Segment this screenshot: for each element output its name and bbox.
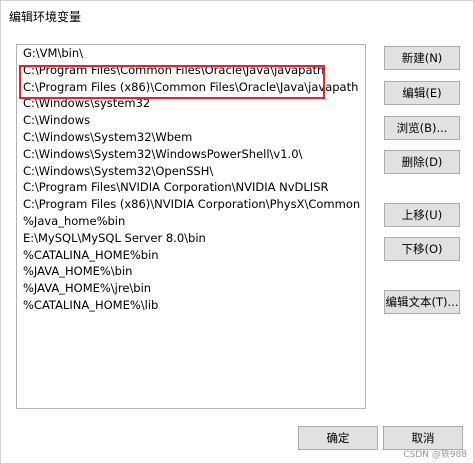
dialog-title: 编辑环境变量 (9, 10, 82, 24)
path-list-item[interactable]: G:\VM\bin\ (17, 45, 365, 62)
path-list-item[interactable]: E:\MySQL\MySQL Server 8.0\bin (17, 230, 365, 247)
path-list-item[interactable]: C:\Program Files\NVIDIA Corporation\NVID… (17, 179, 365, 196)
path-list-item[interactable]: C:\Windows\System32\Wbem (17, 129, 365, 146)
path-list-item[interactable]: C:\Windows\System32\OpenSSH\ (17, 163, 365, 180)
path-list-item[interactable]: C:\Program Files (x86)\Common Files\Orac… (17, 79, 365, 96)
move-up-button[interactable]: 上移(U) (384, 203, 460, 227)
ok-button[interactable]: 确定 (298, 426, 378, 450)
new-button[interactable]: 新建(N) (384, 46, 460, 70)
path-list-item[interactable]: C:\Program Files (x86)\NVIDIA Corporatio… (17, 196, 365, 213)
delete-button[interactable]: 删除(D) (384, 150, 460, 174)
browse-button[interactable]: 浏览(B)... (384, 116, 460, 140)
path-list-item[interactable]: %CATALINA_HOME%bin (17, 247, 365, 264)
edit-button[interactable]: 编辑(E) (384, 81, 460, 105)
move-down-button[interactable]: 下移(O) (384, 237, 460, 261)
edit-text-button[interactable]: 编辑文本(T)... (384, 290, 460, 314)
path-list-item[interactable]: C:\Windows\system32 (17, 95, 365, 112)
edit-env-variable-dialog: 编辑环境变量 G:\VM\bin\ C:\Program Files\Common… (0, 0, 474, 464)
title-bar[interactable]: 编辑环境变量 (1, 1, 473, 31)
path-list-item[interactable]: C:\Windows (17, 112, 365, 129)
path-list-item[interactable]: %JAVA_HOME%\jre\bin (17, 280, 365, 297)
path-list-item[interactable]: C:\Windows\System32\WindowsPowerShell\v1… (17, 146, 365, 163)
path-list[interactable]: G:\VM\bin\ C:\Program Files\Common Files\… (16, 44, 366, 409)
path-list-item[interactable]: %CATALINA_HOME%\lib (17, 297, 365, 314)
path-list-item[interactable]: %JAVA_HOME%\bin (17, 263, 365, 280)
path-list-item[interactable]: C:\Program Files\Common Files\Oracle\Jav… (17, 62, 365, 79)
watermark: CSDN @轶988 (403, 450, 467, 460)
path-list-item[interactable]: %Java_home%bin (17, 213, 365, 230)
